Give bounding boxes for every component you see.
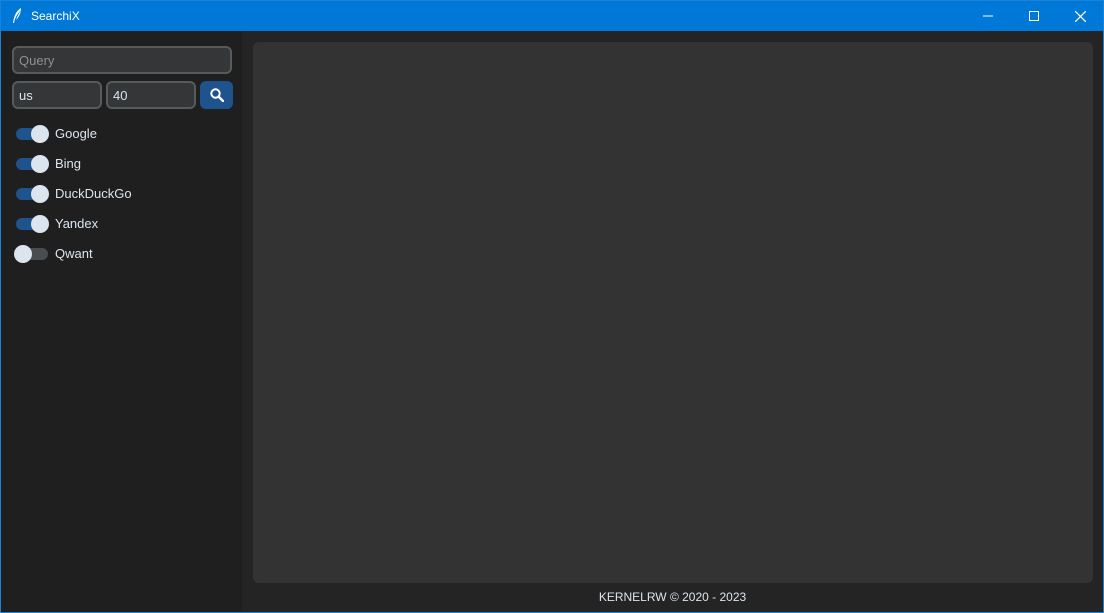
region-input[interactable] — [12, 81, 102, 109]
engine-toggle-duckduckgo[interactable]: DuckDuckGo — [14, 184, 214, 204]
toggle-switch[interactable] — [14, 155, 49, 173]
window-title: SearchiX — [31, 9, 80, 23]
result-count-input[interactable] — [106, 81, 196, 109]
query-input[interactable] — [12, 46, 232, 74]
toggle-switch[interactable] — [14, 125, 49, 143]
search-icon — [209, 88, 224, 102]
app-window: SearchiX Query us 40 Google Bing DuckDuc… — [0, 0, 1104, 613]
maximize-icon — [1029, 11, 1039, 21]
results-panel[interactable] — [253, 42, 1093, 583]
engine-toggle-qwant[interactable]: Qwant — [14, 244, 214, 264]
toggle-switch[interactable] — [14, 215, 49, 233]
engine-label: Yandex — [55, 216, 99, 231]
toggle-switch[interactable] — [14, 245, 48, 263]
minimize-icon — [983, 15, 993, 17]
engine-label: Qwant — [55, 246, 93, 261]
engine-toggle-bing[interactable]: Bing — [14, 154, 214, 174]
engine-label: DuckDuckGo — [55, 186, 132, 201]
maximize-button[interactable] — [1011, 1, 1057, 31]
engine-label: Bing — [55, 156, 82, 171]
close-button[interactable] — [1057, 1, 1103, 31]
footer-copyright: KERNELRW © 2020 - 2023 — [598, 590, 747, 604]
main-content: KERNELRW © 2020 - 2023 — [242, 31, 1103, 612]
toggle-switch[interactable] — [14, 185, 49, 203]
feather-icon — [10, 7, 26, 25]
engine-toggle-yandex[interactable]: Yandex — [14, 214, 214, 234]
search-button[interactable] — [200, 81, 233, 109]
title-bar[interactable]: SearchiX — [1, 1, 1103, 31]
engine-toggle-google[interactable]: Google — [14, 124, 214, 144]
close-icon — [1074, 10, 1086, 22]
engine-label: Google — [55, 126, 97, 141]
minimize-button[interactable] — [965, 1, 1011, 31]
sidebar: Google Bing DuckDuckGo Yandex Qwant — [1, 31, 242, 612]
